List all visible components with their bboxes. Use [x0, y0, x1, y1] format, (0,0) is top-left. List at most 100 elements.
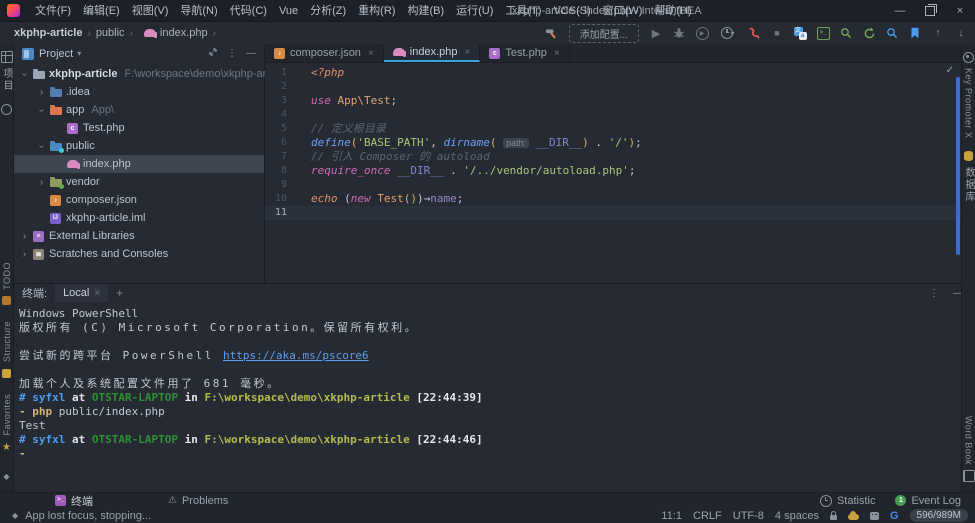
- tree-label: index.php: [83, 158, 131, 170]
- menu-item-9[interactable]: 运行(U): [450, 0, 499, 22]
- minimize-button[interactable]: —: [885, 0, 915, 22]
- breadcrumb-item-0[interactable]: xkphp-article: [14, 27, 82, 39]
- menu-item-6[interactable]: 分析(Z): [304, 0, 352, 22]
- debug-icon[interactable]: [671, 25, 687, 41]
- add-configuration-button[interactable]: 添加配置...: [569, 24, 639, 43]
- memory-indicator[interactable]: 596/989M: [910, 509, 968, 522]
- terminal-text: syfxl: [32, 433, 65, 446]
- terminal-green-icon[interactable]: >_: [815, 25, 831, 41]
- arrow-down-icon[interactable]: ↓: [953, 25, 969, 41]
- minimize-icon[interactable]: —: [246, 48, 256, 59]
- code-lines: <?phpuse App\Test;// 定义根目录define('BASE_P…: [311, 66, 642, 220]
- sync-green-icon[interactable]: [861, 25, 877, 41]
- tree-arrow-icon[interactable]: ›: [36, 140, 47, 153]
- code-editor[interactable]: 1234567891011 <?phpuse App\Test;// 定义根目录…: [265, 63, 961, 282]
- toolwindow-button-Statistic[interactable]: Statistic: [820, 495, 876, 507]
- arrow-up-icon[interactable]: ↑: [930, 25, 946, 41]
- tree-row-composer.json[interactable]: ♪composer.json: [14, 191, 264, 209]
- tree-row-.idea[interactable]: › .idea: [14, 83, 264, 101]
- maximize-button[interactable]: [915, 0, 945, 22]
- terminal-tab-local[interactable]: Local ×: [55, 284, 108, 302]
- stripe-button-[interactable]: [0, 101, 15, 117]
- robot-icon[interactable]: [870, 512, 879, 520]
- google-g-icon[interactable]: G: [890, 510, 899, 522]
- tree-arrow-icon[interactable]: ›: [18, 249, 31, 260]
- menu-item-8[interactable]: 构建(B): [401, 0, 450, 22]
- close-icon[interactable]: ×: [465, 47, 471, 58]
- close-button[interactable]: ×: [945, 0, 975, 22]
- stripe-button-Favorites[interactable]: Favorites★: [0, 394, 15, 455]
- tree-arrow-icon[interactable]: ›: [18, 231, 31, 242]
- lock-icon[interactable]: [830, 511, 837, 520]
- code-line-3: use App\Test;: [311, 94, 642, 108]
- close-icon[interactable]: ×: [94, 288, 100, 299]
- tree-arrow-icon[interactable]: ›: [35, 177, 48, 188]
- close-icon[interactable]: ×: [368, 48, 374, 59]
- terminal-text: public/index.php: [52, 405, 165, 418]
- menu-item-3[interactable]: 导航(N): [174, 0, 223, 22]
- stop-icon[interactable]: ■: [769, 25, 785, 41]
- search-green-icon[interactable]: [838, 25, 854, 41]
- tree-row-public[interactable]: ›public: [14, 137, 264, 155]
- tree-row-Scratches and Consoles[interactable]: ›≣Scratches and Consoles: [14, 245, 264, 263]
- hammer-icon[interactable]: [544, 25, 560, 41]
- menu-item-4[interactable]: 代码(C): [224, 0, 273, 22]
- code-token: new: [351, 192, 378, 205]
- close-icon[interactable]: ×: [554, 48, 560, 59]
- status-message: App lost focus, stopping...: [25, 510, 151, 522]
- tree-row-External Libraries[interactable]: ›≡External Libraries: [14, 227, 264, 245]
- menu-item-2[interactable]: 视图(V): [126, 0, 175, 22]
- stripe-button-数据库[interactable]: 数据库: [946, 148, 975, 203]
- stripe-button-项目[interactable]: 项目: [0, 49, 22, 92]
- translate-icon[interactable]: 文a: [792, 25, 808, 41]
- menu-item-7[interactable]: 重构(R): [352, 0, 401, 22]
- terminal-text: syfxl: [32, 391, 65, 404]
- breadcrumb-item-2[interactable]: index.php: [160, 27, 208, 39]
- phone-icon[interactable]: [746, 25, 762, 41]
- cloud-icon[interactable]: [848, 511, 859, 520]
- toolwindow-button-终端[interactable]: >_终端: [55, 493, 93, 509]
- menu-item-1[interactable]: 编辑(E): [77, 0, 126, 22]
- tree-row-Test.php[interactable]: cTest.php: [14, 119, 264, 137]
- tab-composer.json[interactable]: ♪composer.json×: [265, 44, 384, 62]
- status-item-CRLF[interactable]: CRLF: [693, 510, 722, 522]
- tree-arrow-icon[interactable]: ›: [36, 104, 47, 117]
- stripe-button-TODO[interactable]: TODO: [0, 262, 15, 309]
- menu-item-5[interactable]: Vue: [273, 0, 304, 22]
- tab-index.php[interactable]: index.php×: [384, 44, 481, 62]
- terminal-output[interactable]: Windows PowerShell版权所有 (C) Microsoft Cor…: [14, 302, 975, 461]
- status-item-UTF-8[interactable]: UTF-8: [733, 510, 764, 522]
- code-token: .: [443, 164, 463, 177]
- tree-row-xkphp-article.iml[interactable]: IJxkphp-article.iml: [14, 209, 264, 227]
- breadcrumb-item-1[interactable]: public: [96, 27, 125, 39]
- chevron-right-icon: ›: [213, 28, 216, 39]
- stripe-button-Key Promoter X[interactable]: Key Promoter X: [954, 49, 975, 139]
- run-icon[interactable]: ▶: [648, 25, 664, 41]
- tree-row-xkphp-article[interactable]: ›xkphp-articleF:\workspace\demo\xkphp-ar…: [14, 65, 264, 83]
- bookmark-blue-icon[interactable]: [907, 25, 923, 41]
- tree-row-app[interactable]: ›appApp\: [14, 101, 264, 119]
- profiler-icon[interactable]: ▾: [717, 25, 739, 41]
- coverage-icon[interactable]: ▶: [694, 25, 710, 41]
- kebab-menu-icon[interactable]: ⋮: [227, 48, 237, 59]
- kebab-menu-icon[interactable]: ⋮: [929, 288, 939, 299]
- chevron-down-icon[interactable]: ▾: [77, 49, 81, 58]
- tree-arrow-icon[interactable]: ›: [35, 87, 48, 98]
- status-item-4 spaces[interactable]: 4 spaces: [775, 510, 819, 522]
- menu-item-0[interactable]: 文件(F): [29, 0, 77, 22]
- terminal-link[interactable]: https://aka.ms/pscore6: [223, 349, 369, 362]
- new-terminal-button[interactable]: +: [116, 286, 123, 300]
- status-item-11:1[interactable]: 11:1: [661, 510, 682, 522]
- terminal-line-11: -: [19, 447, 975, 461]
- tree-row-vendor[interactable]: ›vendor: [14, 173, 264, 191]
- stripe-button-diamond[interactable]: ◆: [0, 468, 15, 484]
- stripe-button-Word Book[interactable]: Word Book: [959, 416, 975, 484]
- tree-row-index.php[interactable]: index.php: [14, 155, 264, 173]
- toolwindow-button-Event Log[interactable]: 1Event Log: [895, 495, 961, 507]
- collapse-all-icon[interactable]: [208, 47, 218, 60]
- search-blue-icon[interactable]: [884, 25, 900, 41]
- tab-Test.php[interactable]: cTest.php×: [480, 44, 569, 62]
- stripe-button-Structure[interactable]: Structure: [0, 321, 15, 381]
- toolwindow-button-Problems[interactable]: ⚠Problems: [168, 493, 228, 509]
- tree-label: .idea: [66, 86, 90, 98]
